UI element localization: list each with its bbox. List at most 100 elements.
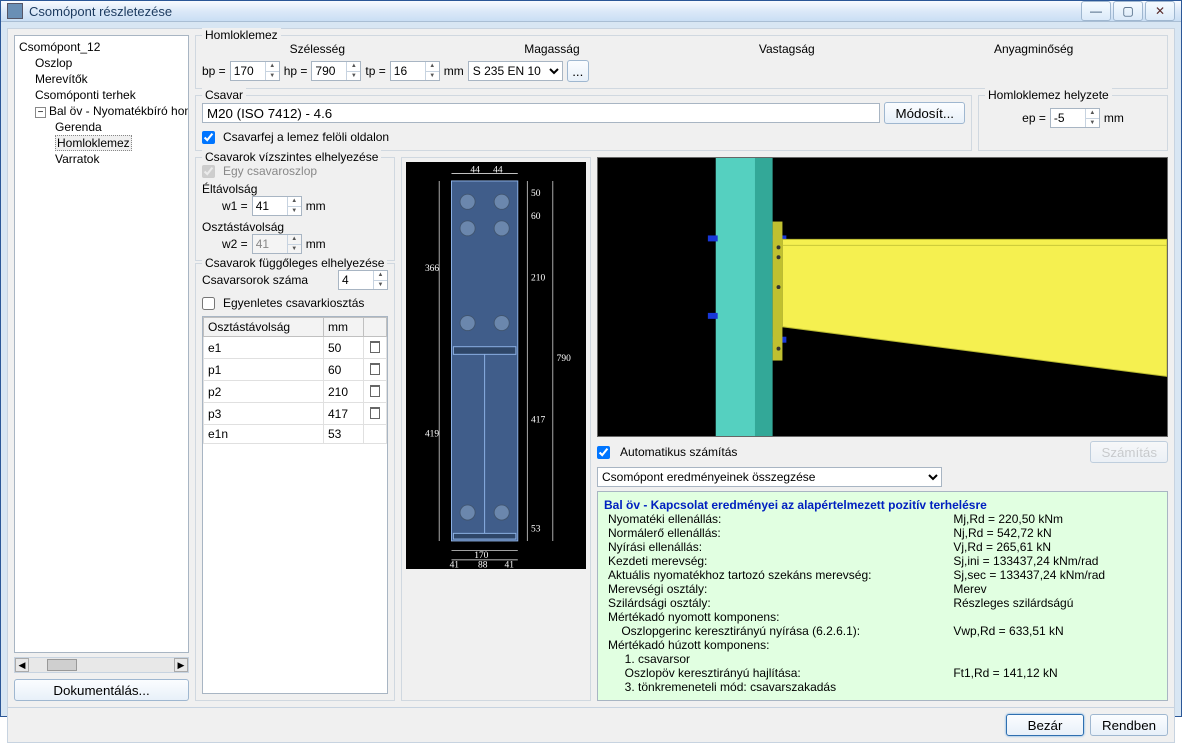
grade-more-button[interactable]: ... (567, 60, 589, 82)
tree-item[interactable]: Oszlop (15, 55, 188, 71)
scroll-left-icon[interactable]: ◀ (15, 658, 29, 672)
delete-icon[interactable] (368, 361, 382, 375)
delete-icon[interactable] (368, 339, 382, 353)
delete-icon[interactable] (368, 405, 382, 419)
label-height: Magasság (524, 42, 579, 56)
documentation-button[interactable]: Dokumentálás... (14, 679, 189, 701)
window-title: Csomópont részletezése (29, 4, 172, 19)
diagram-pane: 44 44 50 60 366 210 419 790 417 53 (401, 157, 591, 701)
table-row[interactable]: p160 (204, 359, 387, 381)
svg-text:41: 41 (450, 560, 460, 569)
spacing-grid[interactable]: Osztástávolságmm e150p160p2210p3417e1n53 (202, 316, 388, 694)
client-area: Csomópont_12 Oszlop Merevítők Csomóponti… (7, 28, 1175, 743)
3d-viewport[interactable] (597, 157, 1168, 437)
ep-input[interactable]: ▲▼ (1050, 108, 1100, 128)
rows-count-label: Csavarsorok száma (202, 273, 334, 287)
scroll-thumb[interactable] (47, 659, 77, 671)
vertical-bolts-group: Csavarok függőleges elhelyezése Csavarso… (195, 263, 395, 701)
tree-branch[interactable]: −Bal öv - Nyomatékbíró homlo (15, 103, 188, 119)
scroll-right-icon[interactable]: ▶ (174, 658, 188, 672)
col-name: Osztástávolság (204, 318, 324, 337)
svg-text:419: 419 (425, 430, 439, 440)
single-column-label: Egy csavaroszlop (223, 164, 317, 178)
bolt-head-side-checkbox[interactable] (202, 131, 215, 144)
close-button[interactable]: ✕ (1145, 1, 1175, 21)
svg-text:60: 60 (531, 212, 541, 222)
tree-pane: Csomópont_12 Oszlop Merevítők Csomóponti… (14, 35, 189, 701)
svg-text:41: 41 (505, 560, 515, 569)
bolt-group: Csavar Módosít... Csavarfej a lemez felö… (195, 95, 972, 151)
endplate-diagram: 44 44 50 60 366 210 419 790 417 53 (406, 162, 586, 569)
unit-mm: mm (306, 237, 326, 251)
app-icon (7, 3, 23, 19)
tree-item[interactable]: Varratok (15, 151, 188, 167)
spacing-label: Osztástávolság (202, 220, 388, 234)
close-dialog-button[interactable]: Bezár (1006, 714, 1084, 736)
svg-text:366: 366 (425, 264, 439, 274)
titlebar: Csomópont részletezése — ▢ ✕ (1, 1, 1181, 22)
label-thickness: Vastagság (759, 42, 815, 56)
svg-text:44: 44 (493, 165, 503, 175)
w1-input[interactable]: ▲▼ (252, 196, 302, 216)
uniform-spacing-checkbox[interactable] (202, 297, 215, 310)
bp-input[interactable]: ▲▼ (230, 61, 280, 81)
unit-mm: mm (444, 64, 464, 78)
rows-count-input[interactable]: ▲▼ (338, 270, 388, 290)
horiz-legend: Csavarok vízszintes elhelyezése (202, 150, 381, 164)
table-row[interactable]: p2210 (204, 381, 387, 403)
unit-mm: mm (306, 199, 326, 213)
footer: Bezár Rendben (8, 707, 1174, 742)
endplate-position-group: Homloklemez helyzete ep = ▲▼ mm (978, 95, 1168, 151)
bolt-modify-button[interactable]: Módosít... (884, 102, 965, 124)
tree-horizontal-scrollbar[interactable]: ◀ ▶ (14, 657, 189, 673)
tree-item[interactable]: Merevítők (15, 71, 188, 87)
label-w2: w2 = (222, 237, 248, 251)
tree-item[interactable]: Csomóponti terhek (15, 87, 188, 103)
svg-text:210: 210 (531, 273, 545, 283)
svg-text:50: 50 (531, 189, 541, 199)
bolt-layout-pane: Csavarok vízszintes elhelyezése Egy csav… (195, 157, 395, 701)
svg-text:790: 790 (557, 354, 571, 364)
horizontal-bolts-group: Csavarok vízszintes elhelyezése Egy csav… (195, 157, 395, 261)
uniform-spacing-label: Egyenletes csavarkiosztás (223, 296, 364, 310)
tree-root[interactable]: Csomópont_12 (15, 39, 188, 55)
col-mm: mm (324, 318, 364, 337)
ok-button[interactable]: Rendben (1090, 714, 1168, 736)
tree-item-selected[interactable]: Homloklemez (15, 135, 188, 151)
bolt-head-side-label: Csavarfej a lemez felöli oldalon (223, 130, 389, 144)
svg-text:417: 417 (531, 416, 545, 426)
auto-calc-checkbox[interactable] (597, 446, 610, 459)
tp-input[interactable]: ▲▼ (390, 61, 440, 81)
table-row[interactable]: e150 (204, 337, 387, 359)
table-row[interactable]: p3417 (204, 403, 387, 425)
treeview[interactable]: Csomópont_12 Oszlop Merevítők Csomóponti… (14, 35, 189, 653)
label-grade: Anyagminőség (994, 42, 1073, 56)
single-column-checkbox (202, 165, 215, 178)
unit-mm: mm (1104, 111, 1124, 125)
minimize-button[interactable]: — (1081, 1, 1111, 21)
grade-select[interactable]: S 235 EN 10 (468, 61, 563, 81)
vert-legend: Csavarok függőleges elhelyezése (202, 256, 387, 270)
hp-input[interactable]: ▲▼ (311, 61, 361, 81)
ep-pos-legend: Homloklemez helyzete (985, 88, 1112, 102)
auto-calc-label: Automatikus számítás (620, 445, 737, 459)
svg-text:170: 170 (474, 551, 488, 561)
table-row[interactable]: e1n53 (204, 425, 387, 444)
results-view-select[interactable]: Csomópont eredményeinek összegzése (597, 467, 942, 487)
label-hp: hp = (284, 64, 308, 78)
svg-text:53: 53 (531, 524, 541, 534)
label-bp: bp = (202, 64, 226, 78)
tree-item[interactable]: Gerenda (15, 119, 188, 135)
endplate-legend: Homloklemez (202, 28, 281, 42)
maximize-button[interactable]: ▢ (1113, 1, 1143, 21)
delete-icon[interactable] (368, 383, 382, 397)
edge-distance-label: Éltávolság (202, 182, 388, 196)
calculate-button: Számítás (1090, 441, 1168, 463)
label-tp: tp = (365, 64, 385, 78)
right-pane: Automatikus számítás Számítás Csomópont … (597, 157, 1168, 701)
svg-text:88: 88 (478, 560, 488, 569)
w2-input: ▲▼ (252, 234, 302, 254)
collapse-icon[interactable]: − (35, 107, 46, 118)
label-ep: ep = (1022, 111, 1046, 125)
svg-text:44: 44 (470, 165, 480, 175)
